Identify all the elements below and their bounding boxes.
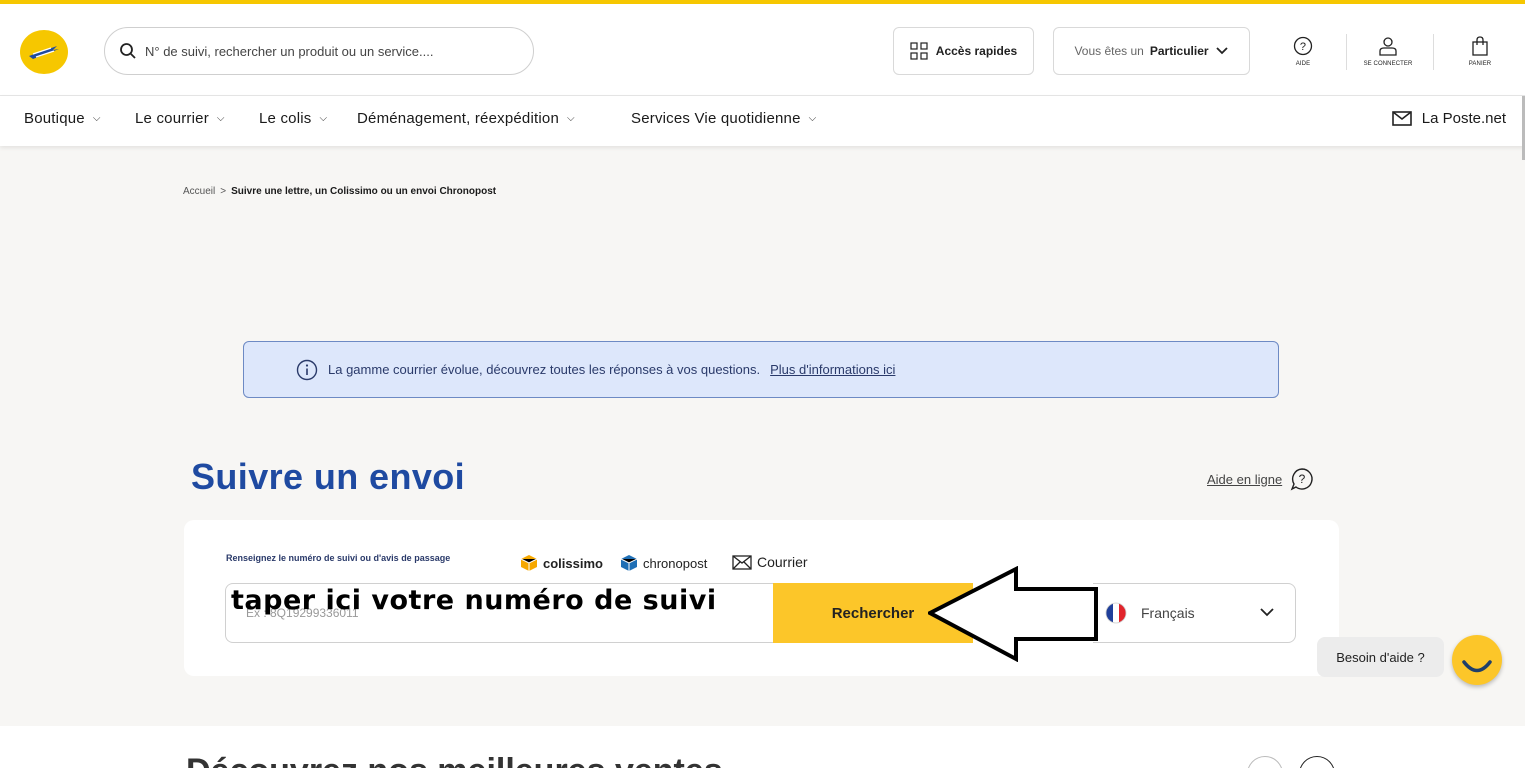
nav-item-demenagement[interactable]: Déménagement, réexpédition ⌵ <box>357 110 575 127</box>
header-search-input[interactable] <box>145 43 525 59</box>
la-poste-logo[interactable] <box>20 30 68 74</box>
aide-en-ligne-label: Aide en ligne <box>1207 471 1283 487</box>
profile-select[interactable]: Vous êtes un Particulier <box>1053 27 1250 75</box>
search-icon <box>120 43 136 59</box>
brand-label: colissimo <box>543 555 603 571</box>
svg-text:?: ? <box>1299 472 1306 486</box>
help-bubble[interactable]: Besoin d'aide ? <box>1317 637 1444 677</box>
brand-courrier: Courrier <box>732 554 808 570</box>
la-poste-net-link[interactable]: La Poste.net <box>1391 110 1506 127</box>
panier-label: PANIER <box>1468 60 1492 67</box>
breadcrumb-separator: > <box>220 186 227 197</box>
carousel-next-button[interactable] <box>1299 756 1335 768</box>
breadcrumb: Accueil > Suivre une lettre, un Colissim… <box>183 186 496 197</box>
annotation-arrow-icon <box>928 566 1098 662</box>
chevron-down-icon <box>1215 47 1228 55</box>
panier-button[interactable]: PANIER <box>1460 28 1500 74</box>
nav-item-le-colis[interactable]: Le colis ⌵ <box>259 110 327 127</box>
brand-colissimo: colissimo <box>520 554 603 572</box>
acces-rapides-button[interactable]: Accès rapides <box>893 27 1034 75</box>
site-header: Accès rapides Vous êtes un Particulier ?… <box>0 4 1525 96</box>
brand-chronopost: chronopost <box>620 554 707 572</box>
help-assistant-button[interactable] <box>1452 635 1502 685</box>
la-poste-bird-icon <box>29 46 59 59</box>
acces-rapides-label: Accès rapides <box>935 44 1018 58</box>
colissimo-box-icon <box>520 555 538 571</box>
mail-icon <box>1391 111 1412 126</box>
header-divider <box>1433 34 1434 70</box>
nav-item-label: Boutique <box>24 110 85 127</box>
banner-text: La gamme courrier évolue, découvrez tout… <box>328 362 761 377</box>
nav-item-label: Le colis <box>259 110 312 127</box>
best-sellers-title: Découvrez nos meilleures ventes <box>186 752 723 768</box>
nav-item-label: Services Vie quotidienne <box>631 110 801 127</box>
breadcrumb-home[interactable]: Accueil <box>183 186 215 197</box>
tracking-card: Renseignez le numéro de suivi ou d'avis … <box>184 520 1339 676</box>
se-connecter-button[interactable]: SE CONNECTER <box>1358 28 1418 74</box>
tracking-label: Renseignez le numéro de suivi ou d'avis … <box>226 553 451 563</box>
shopping-bag-icon <box>1472 35 1488 56</box>
language-label: Français <box>1141 605 1195 621</box>
aide-en-ligne-link[interactable]: Aide en ligne ? <box>1207 467 1314 491</box>
nav-item-label: Le courrier <box>135 110 209 127</box>
info-icon <box>296 359 318 380</box>
smile-icon <box>1462 660 1492 673</box>
chevron-down-icon: ⌵ <box>92 113 101 124</box>
la-poste-net-label: La Poste.net <box>1421 110 1506 127</box>
french-flag-icon <box>1105 602 1127 624</box>
annotation-text: taper ici votre numéro de suivi <box>231 585 717 616</box>
se-connecter-label: SE CONNECTER <box>1363 60 1413 67</box>
profile-prefix: Vous êtes un <box>1074 44 1144 58</box>
help-icon: ? <box>1293 36 1313 55</box>
nav-item-label: Déménagement, réexpédition <box>357 110 559 127</box>
best-sellers-section: Découvrez nos meilleures ventes <box>0 726 1525 768</box>
chevron-down-icon: ⌵ <box>808 113 817 124</box>
carousel-prev-button[interactable] <box>1247 756 1283 768</box>
profile-value: Particulier <box>1149 44 1209 58</box>
chevron-down-icon: ⌵ <box>567 113 575 124</box>
nav-item-le-courrier[interactable]: Le courrier ⌵ <box>135 110 225 127</box>
info-banner: La gamme courrier évolue, découvrez tout… <box>243 341 1279 398</box>
aide-button[interactable]: ? AIDE <box>1285 28 1321 74</box>
language-select[interactable]: Français <box>1093 583 1296 643</box>
breadcrumb-current: Suivre une lettre, un Colissimo ou un en… <box>231 186 497 197</box>
envelope-icon <box>732 554 752 570</box>
header-divider <box>1346 34 1347 70</box>
chevron-down-icon <box>1260 608 1274 617</box>
banner-link[interactable]: Plus d'informations ici <box>770 362 895 377</box>
aide-label: AIDE <box>1295 60 1311 67</box>
header-search[interactable] <box>104 27 534 75</box>
nav-item-services-vie-quotidienne[interactable]: Services Vie quotidienne ⌵ <box>631 110 816 127</box>
page-title: Suivre un envoi <box>191 456 466 497</box>
brand-label: Courrier <box>757 554 808 570</box>
chronopost-box-icon <box>620 555 638 571</box>
nav-item-boutique[interactable]: Boutique ⌵ <box>24 110 101 127</box>
grid-icon <box>910 42 928 60</box>
user-icon <box>1379 36 1397 56</box>
brand-label: chronopost <box>643 555 708 571</box>
chevron-down-icon: ⌵ <box>319 113 328 124</box>
chevron-down-icon: ⌵ <box>216 113 225 124</box>
help-chat-icon: ? <box>1290 468 1313 491</box>
main-nav: Boutique ⌵ Le courrier ⌵ Le colis ⌵ Déménag… <box>0 96 1525 146</box>
svg-text:?: ? <box>1300 41 1306 53</box>
